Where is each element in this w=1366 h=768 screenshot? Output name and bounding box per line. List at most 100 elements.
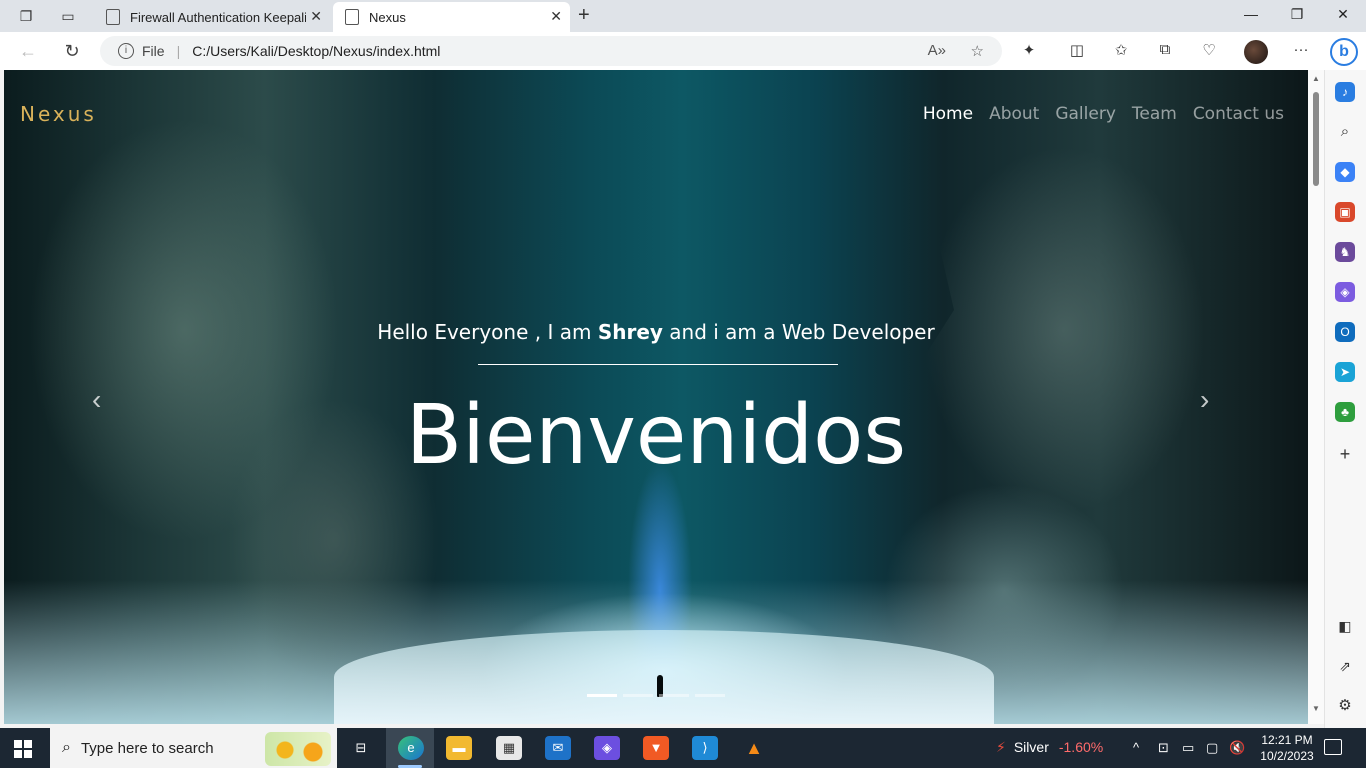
stock-widget[interactable]: ⚡ Silver -1.60%: [996, 739, 1103, 756]
send-icon[interactable]: ➤: [1335, 362, 1355, 382]
nav-contact[interactable]: Contact us: [1193, 104, 1284, 124]
split-icon[interactable]: ◧: [1335, 616, 1355, 636]
hero-subtitle-prefix: Hello Everyone , I am: [377, 320, 598, 344]
collections-icon[interactable]: ⧉: [1154, 41, 1176, 61]
external-icon[interactable]: ⇗: [1335, 656, 1355, 676]
info-icon[interactable]: i: [118, 43, 134, 59]
windows-taskbar: ⌕ Type here to search ⊟ e ▬ ▦ ✉ ◈ ▼ ⟩ ▲ …: [0, 728, 1366, 768]
scheme-label: File: [142, 43, 165, 59]
taskbar-search[interactable]: ⌕ Type here to search: [50, 728, 337, 768]
back-button[interactable]: ←: [16, 41, 40, 62]
favorite-star-icon[interactable]: ☆: [971, 42, 984, 60]
edge-sidebar: ♪ ⌕ ◆ ▣ ♞ ◈ O ➤ ♣ + ◧ ⇗ ⚙: [1324, 70, 1366, 728]
clock-time: 12:21 PM: [1261, 733, 1313, 747]
hero-background-snow: [334, 630, 994, 724]
search-icon: ⌕: [62, 739, 71, 756]
new-tab-button[interactable]: +: [578, 4, 590, 27]
stock-name: Silver: [1013, 739, 1049, 755]
page-icon: [345, 9, 359, 25]
search-icon[interactable]: ⌕: [1335, 122, 1355, 142]
favorites-icon[interactable]: ✩: [1110, 41, 1132, 61]
carousel-prev-icon[interactable]: ‹: [92, 384, 101, 416]
briefcase-icon[interactable]: ▣: [1335, 202, 1355, 222]
clock-date: 10/2/2023: [1260, 749, 1314, 763]
hero-title: Bienvenidos: [405, 388, 907, 483]
brave-icon[interactable]: ▼: [643, 736, 669, 760]
task-view-icon[interactable]: ⊟: [348, 736, 374, 760]
read-aloud-icon[interactable]: A»: [928, 42, 946, 59]
search-placeholder: Type here to search: [80, 739, 214, 757]
edge-app-icon[interactable]: e: [398, 736, 424, 760]
tab-nexus[interactable]: Nexus ✕: [333, 2, 570, 32]
store-icon[interactable]: ▦: [496, 736, 522, 760]
extensions-icon[interactable]: ✦: [1018, 41, 1040, 61]
hero-subtitle: Hello Everyone , I am Shrey and i am a W…: [4, 320, 1308, 344]
carousel-indicators: [587, 694, 725, 697]
toolbar: ← ↻ i File | C:/Users/Kali/Desktop/Nexus…: [0, 32, 1366, 70]
minimize-button[interactable]: —: [1236, 6, 1266, 22]
profile-avatar[interactable]: [1244, 40, 1268, 64]
nav-about[interactable]: About: [989, 104, 1039, 124]
notification-icon[interactable]: [1324, 739, 1342, 755]
tree-icon[interactable]: ♣: [1335, 402, 1355, 422]
carousel-indicator[interactable]: [587, 694, 617, 697]
site-nav: Home About Gallery Team Contact us: [923, 104, 1284, 124]
restore-button[interactable]: ❐: [1282, 6, 1312, 23]
windows-start-icon[interactable]: [14, 740, 32, 758]
nav-gallery[interactable]: Gallery: [1055, 104, 1116, 124]
copilot-icon[interactable]: ◈: [1335, 282, 1355, 302]
nav-team[interactable]: Team: [1132, 104, 1177, 124]
network-icon[interactable]: ▢: [1206, 740, 1218, 756]
carousel-indicator[interactable]: [659, 694, 689, 697]
tab-title: Firewall Authentication Keepalive: [130, 9, 306, 25]
workspaces-icon[interactable]: ❐: [16, 6, 36, 26]
close-icon[interactable]: ✕: [310, 8, 322, 25]
stock-trend-icon: ⚡: [996, 739, 1006, 755]
hero-subtitle-suffix: and i am a Web Developer: [662, 320, 935, 344]
page-viewport: Nexus Home About Gallery Team Contact us…: [4, 70, 1308, 724]
page-scrollbar[interactable]: ▲ ▼: [1308, 70, 1324, 724]
tag-icon[interactable]: ◆: [1335, 162, 1355, 182]
scroll-down-icon[interactable]: ▼: [1312, 704, 1320, 713]
taskbar-clock[interactable]: 12:21 PM 10/2/2023: [1257, 732, 1317, 764]
refresh-button[interactable]: ↻: [60, 41, 84, 62]
page-icon: [106, 9, 120, 25]
scroll-up-icon[interactable]: ▲: [1312, 74, 1320, 83]
add-icon[interactable]: +: [1335, 444, 1355, 464]
settings-icon[interactable]: ⚙: [1335, 696, 1355, 716]
tab-title: Nexus: [369, 9, 406, 25]
carousel-indicator[interactable]: [623, 694, 653, 697]
more-menu-icon[interactable]: ···: [1290, 41, 1312, 61]
mail-icon[interactable]: ✉: [545, 736, 571, 760]
chevron-up-icon[interactable]: ^: [1133, 740, 1139, 755]
carousel-indicator[interactable]: [695, 694, 725, 697]
volume-muted-icon[interactable]: 🔇: [1229, 740, 1245, 756]
battery-icon[interactable]: ▭: [1182, 740, 1194, 756]
scroll-thumb[interactable]: [1313, 92, 1319, 186]
tab-firewall[interactable]: Firewall Authentication Keepalive ✕: [94, 2, 330, 32]
hero-divider: [478, 364, 838, 365]
bell-icon[interactable]: ♪: [1335, 82, 1355, 102]
chess-icon[interactable]: ♞: [1335, 242, 1355, 262]
close-icon[interactable]: ✕: [550, 8, 562, 25]
tab-actions-icon[interactable]: ▭: [58, 6, 78, 26]
window-close-button[interactable]: ✕: [1328, 6, 1358, 23]
meet-now-icon[interactable]: ⊡: [1158, 740, 1169, 756]
outlook-icon[interactable]: O: [1335, 322, 1355, 342]
vlc-icon[interactable]: ▲: [741, 736, 767, 760]
vscode-icon[interactable]: ⟩: [692, 736, 718, 760]
copilot-taskbar-icon[interactable]: ◈: [594, 736, 620, 760]
split-screen-icon[interactable]: ◫: [1066, 41, 1088, 61]
browser-essentials-icon[interactable]: ♡: [1198, 41, 1220, 61]
tab-strip: ❐ ▭ Firewall Authentication Keepalive ✕ …: [0, 0, 1366, 32]
copilot-button[interactable]: b: [1330, 38, 1358, 66]
divider: |: [176, 43, 181, 59]
address-bar[interactable]: i File | C:/Users/Kali/Desktop/Nexus/ind…: [100, 36, 1002, 66]
site-brand[interactable]: Nexus: [20, 102, 97, 126]
url-text[interactable]: C:/Users/Kali/Desktop/Nexus/index.html: [192, 43, 440, 59]
hero-subtitle-name: Shrey: [597, 320, 663, 344]
nav-home[interactable]: Home: [923, 104, 973, 124]
carousel-next-icon[interactable]: ›: [1200, 384, 1209, 416]
file-explorer-icon[interactable]: ▬: [446, 736, 472, 760]
search-highlight-image: [265, 732, 331, 766]
